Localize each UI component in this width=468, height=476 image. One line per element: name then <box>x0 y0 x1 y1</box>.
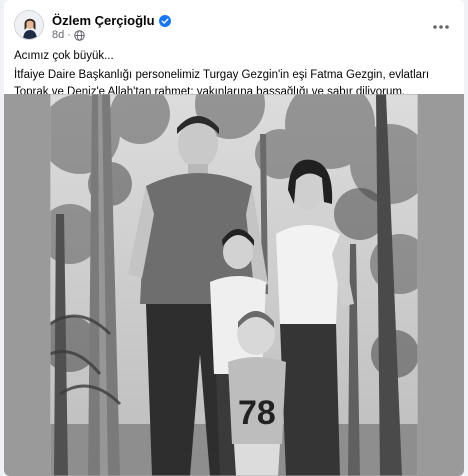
post-meta: 8d · <box>52 28 85 42</box>
more-options-button[interactable] <box>428 12 454 38</box>
author-name-row: Özlem Çerçioğlu <box>52 12 171 28</box>
globe-icon[interactable] <box>74 29 85 41</box>
post-card: Özlem Çerçioğlu 8d · Acımız çok büyük...… <box>4 0 464 476</box>
svg-text:78: 78 <box>238 394 276 432</box>
post-timestamp[interactable]: 8d <box>52 29 64 41</box>
verified-badge-icon <box>158 14 171 27</box>
post-header: Özlem Çerçioğlu 8d · <box>14 10 454 42</box>
more-horizontal-icon <box>433 16 449 34</box>
meta-separator: · <box>67 29 71 41</box>
author-name[interactable]: Özlem Çerçioğlu <box>52 13 155 28</box>
post-photo-container[interactable]: 78 <box>4 94 464 476</box>
family-photo-image: 78 <box>50 94 418 476</box>
post-photo[interactable]: 78 <box>50 94 418 476</box>
author-avatar[interactable] <box>14 10 44 40</box>
post-text-line-1: Acımız çok büyük... <box>14 50 114 62</box>
